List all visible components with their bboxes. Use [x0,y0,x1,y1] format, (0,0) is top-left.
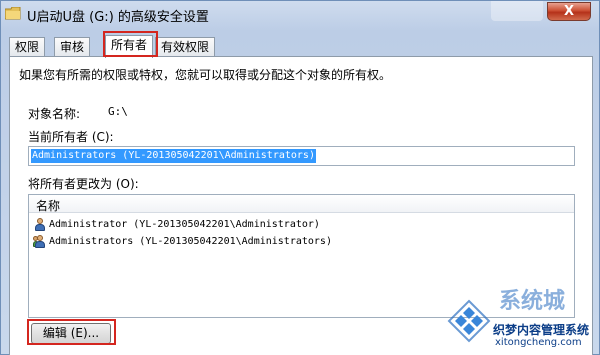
tab-auditing[interactable]: 审核 [54,37,91,57]
current-owner-value[interactable]: Administrators (YL-201305042201\Administ… [31,149,316,163]
watermark: 系统城 织梦内容管理系统 xitongcheng.com [447,283,597,353]
group-icon [33,234,47,249]
close-button[interactable]: X [547,2,591,21]
folder-icon [5,7,21,20]
current-owner-label: 当前所有者 (C): [28,130,114,144]
watermark-url: xitongcheng.com [495,337,582,348]
list-item-label: Administrator (YL-201305042201\Administr… [49,219,320,230]
owner-description: 如果您有所需的权限或特权，您就可以取得或分配这个对象的所有权。 [19,68,392,82]
object-name-value: G:\ [108,105,128,118]
windows-logo-icon [447,299,491,343]
watermark-text: 织梦内容管理系统 [493,323,590,337]
title-bar[interactable]: U启动U盘 (G:) 的高级安全设置 X [1,1,599,31]
change-owner-label: 将所有者更改为 (O): [28,177,139,191]
owner-tab-highlight-box [103,31,158,57]
object-name-label: 对象名称: [28,107,81,121]
watermark-brand: 系统城 [499,289,566,314]
list-item-label: Administrators (YL-201305042201\Administ… [49,236,332,247]
current-owner-field[interactable]: Administrators (YL-201305042201\Administ… [28,146,575,166]
security-settings-window: U启动U盘 (G:) 的高级安全设置 X 权限 审核 所有者 有效权限 如果您有… [0,0,600,355]
user-icon [33,217,47,232]
list-header-label: 名称 [36,199,61,213]
list-item[interactable]: Administrator (YL-201305042201\Administr… [33,216,320,233]
window-title: U启动U盘 (G:) 的高级安全设置 [27,10,209,25]
tab-effective-permissions[interactable]: 有效权限 [155,37,216,57]
list-item[interactable]: Administrators (YL-201305042201\Administ… [33,233,332,250]
tab-permissions[interactable]: 权限 [9,37,46,57]
maximize-button[interactable] [491,1,543,21]
list-column-header-name[interactable]: 名称 [29,195,574,213]
edit-button-highlight-box [27,319,116,345]
